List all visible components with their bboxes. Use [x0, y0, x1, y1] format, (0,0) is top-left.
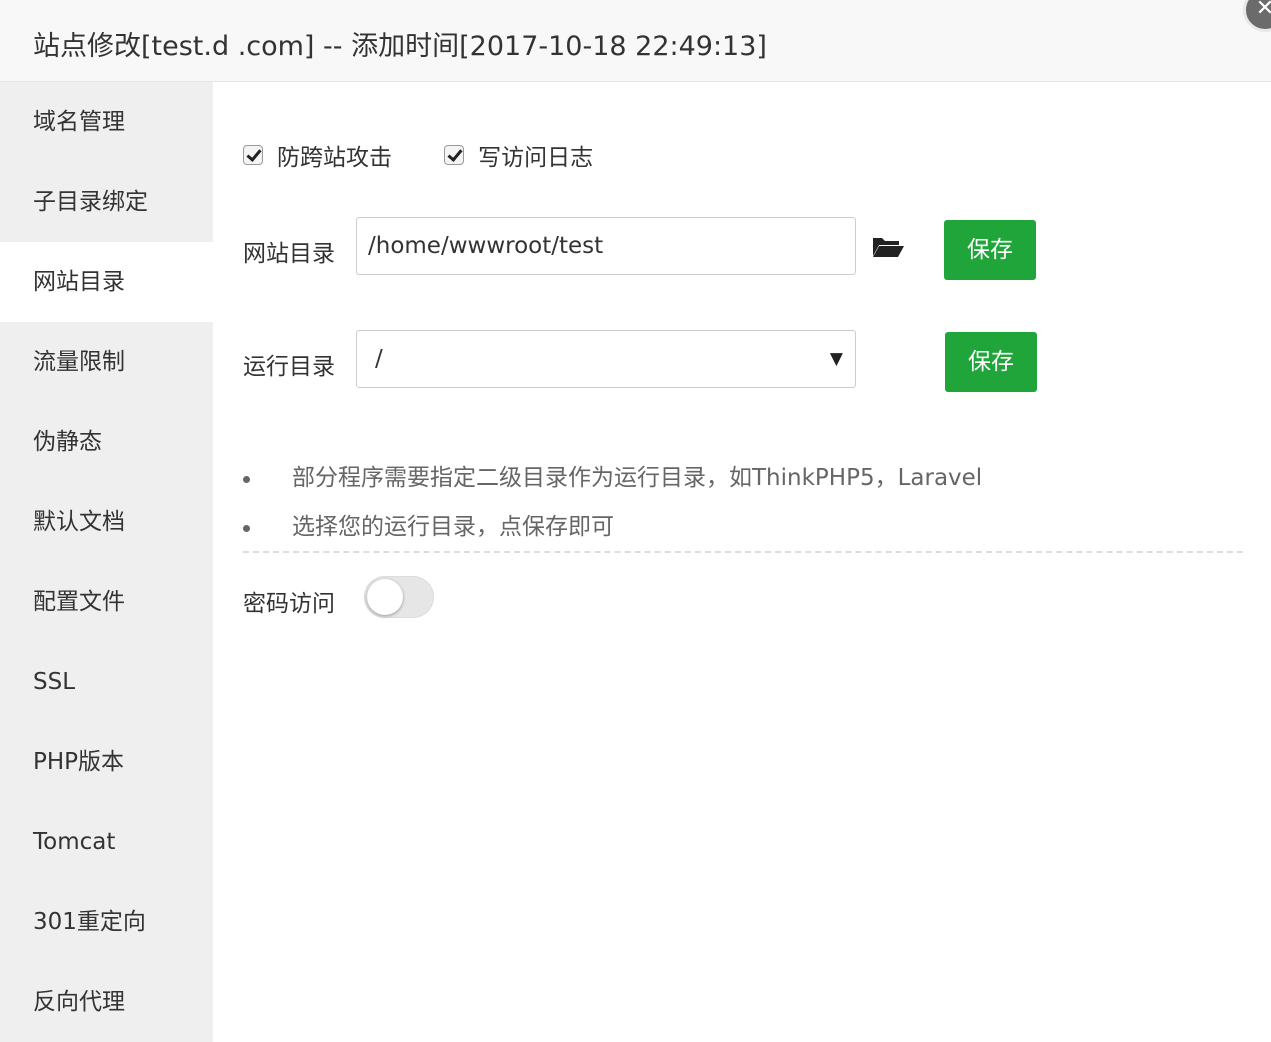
run-dir-select[interactable]: / ▼: [356, 330, 856, 388]
site-dir-input[interactable]: /home/wwwroot/test: [356, 217, 856, 275]
site-dir-label: 网站目录: [243, 241, 335, 267]
sidebar-item-subdir-binding[interactable]: 子目录绑定: [0, 162, 213, 242]
sidebar: 域名管理 子目录绑定 网站目录 流量限制 伪静态 默认文档 配置文件 SSL P…: [0, 82, 213, 1042]
folder-open-icon[interactable]: [872, 236, 904, 258]
sidebar-item-default-doc[interactable]: 默认文档: [0, 482, 213, 562]
anti-xss-label: 防跨站攻击: [277, 145, 392, 171]
password-access-toggle[interactable]: [364, 576, 434, 618]
access-log-label: 写访问日志: [478, 145, 594, 171]
sidebar-item-301-redirect[interactable]: 301重定向: [0, 882, 213, 962]
dashed-divider: [243, 551, 1243, 553]
sidebar-item-php-version[interactable]: PHP版本: [0, 722, 213, 802]
checkbox-checked-icon[interactable]: [243, 145, 263, 165]
toggle-knob: [367, 579, 403, 615]
options-row: 防跨站攻击 写访问日志: [243, 138, 593, 172]
password-access-label: 密码访问: [243, 591, 335, 617]
sidebar-item-tomcat[interactable]: Tomcat: [0, 802, 213, 882]
sidebar-item-site-dir[interactable]: 网站目录: [0, 242, 213, 322]
run-dir-value: /: [375, 346, 383, 372]
tips-list: 部分程序需要指定二级目录作为运行目录，如ThinkPHP5，Laravel 选择…: [243, 454, 982, 552]
sidebar-item-traffic-limit[interactable]: 流量限制: [0, 322, 213, 402]
checkbox-checked-icon[interactable]: [444, 145, 465, 165]
sidebar-item-domain[interactable]: 域名管理: [0, 82, 213, 162]
anti-xss-checkbox[interactable]: 防跨站攻击: [243, 138, 392, 172]
list-item: 部分程序需要指定二级目录作为运行目录，如ThinkPHP5，Laravel: [243, 454, 982, 503]
list-item: 选择您的运行目录，点保存即可: [243, 503, 982, 552]
sidebar-item-config-file[interactable]: 配置文件: [0, 562, 213, 642]
window-title: 站点修改[test.d .com] -- 添加时间[2017-10-18 22:…: [33, 31, 767, 62]
site-dir-save-button[interactable]: 保存: [944, 220, 1036, 280]
sidebar-item-ssl[interactable]: SSL: [0, 642, 213, 722]
run-dir-label: 运行目录: [243, 354, 335, 380]
window-titlebar: 站点修改[test.d .com] -- 添加时间[2017-10-18 22:…: [0, 0, 1271, 82]
access-log-checkbox[interactable]: 写访问日志: [444, 138, 593, 172]
dropdown-arrow-icon: ▼: [829, 349, 843, 369]
sidebar-item-reverse-proxy[interactable]: 反向代理: [0, 962, 213, 1042]
main-panel: 防跨站攻击 写访问日志 网站目录 /home/wwwroot/test 保存 运…: [213, 82, 1271, 1042]
sidebar-item-rewrite[interactable]: 伪静态: [0, 402, 213, 482]
run-dir-save-button[interactable]: 保存: [945, 332, 1037, 392]
